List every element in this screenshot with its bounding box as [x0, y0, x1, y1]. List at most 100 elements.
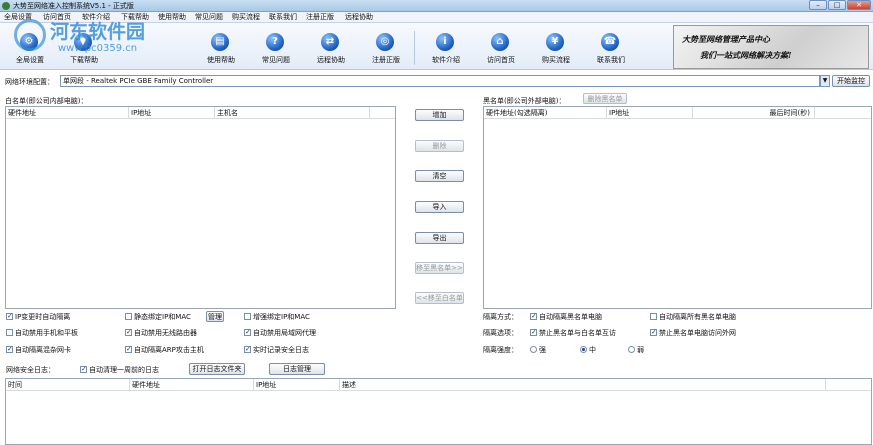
- checkbox-label: 静态绑定IP和MAC: [134, 313, 191, 321]
- checkbox-label: 自动禁用手机和平板: [15, 329, 78, 337]
- column-header[interactable]: 主机名: [215, 107, 370, 119]
- watermark-url: www.pc0359.cn: [58, 43, 138, 54]
- isolate-mixed-nic-checkbox[interactable]: 自动隔离混杂网卡: [6, 345, 71, 355]
- checkbox-label: 实时记录安全日志: [253, 346, 309, 354]
- title-bar: 大势至网络准入控制系统V5.1 - 正式版 – □ ✕: [0, 0, 873, 12]
- checkbox-box[interactable]: [6, 329, 13, 336]
- delete-blacklist-button[interactable]: 删除黑名单: [583, 93, 627, 104]
- toolbar-remote[interactable]: ⇄ 远程协助: [307, 23, 355, 70]
- column-header[interactable]: 时间: [6, 379, 130, 391]
- checkbox-box[interactable]: [244, 313, 251, 320]
- move-to-blacklist-button[interactable]: 移至黑名单>>: [415, 262, 464, 274]
- start-monitor-button[interactable]: 开始监控: [832, 75, 870, 87]
- remote-icon: ⇄: [321, 33, 339, 51]
- isolate-arp-checkbox[interactable]: 自动隔离ARP攻击主机: [125, 345, 204, 355]
- checkbox-box[interactable]: [125, 313, 132, 320]
- checkbox-box[interactable]: [244, 328, 251, 337]
- clear-button[interactable]: 清空: [415, 170, 464, 182]
- radio-label: 强: [539, 346, 546, 354]
- no-external-access-checkbox[interactable]: 禁止黑名单电脑访问外网: [650, 328, 736, 338]
- banner-line-1: 大势至网络管理产品中心: [682, 34, 770, 44]
- checkbox-label: 自动隔离ARP攻击主机: [134, 346, 204, 354]
- no-mutual-access-checkbox[interactable]: 禁止黑名单与白名单互访: [530, 328, 616, 338]
- column-header[interactable]: IP地址: [254, 379, 340, 391]
- column-header[interactable]: 硬件地址: [130, 379, 254, 391]
- column-header[interactable]: 硬件地址(勾选隔离): [484, 107, 607, 119]
- export-button[interactable]: 导出: [415, 232, 464, 244]
- delete-button[interactable]: 删除: [415, 140, 464, 152]
- menu-register[interactable]: 注册正版: [306, 12, 334, 23]
- menu-purchase[interactable]: 购买流程: [232, 12, 260, 23]
- toolbar-label: 常见问题: [262, 56, 290, 64]
- menu-contact[interactable]: 联系我们: [269, 12, 297, 23]
- checkbox-box[interactable]: [125, 345, 132, 354]
- import-button[interactable]: 导入: [415, 201, 464, 213]
- chevron-down-icon[interactable]: ▼: [820, 75, 830, 87]
- checkbox-label: 自动隔离所有黑名单电脑: [659, 313, 736, 321]
- toolbar-register[interactable]: ◎ 注册正版: [362, 23, 410, 70]
- blacklist-table[interactable]: 硬件地址(勾选隔离) IP地址 最后时间(秒): [483, 106, 872, 309]
- toolbar-label: 软件介绍: [432, 56, 460, 64]
- toolbar-purchase[interactable]: ¥ 购买流程: [532, 23, 580, 70]
- auto-clear-log-checkbox[interactable]: 自动清理一周前的日志: [80, 365, 159, 375]
- radio-dot[interactable]: [628, 346, 635, 353]
- phone-icon: ☎: [601, 33, 619, 51]
- toolbar-about[interactable]: i 软件介绍: [422, 23, 470, 70]
- menu-remote[interactable]: 远程协助: [345, 12, 373, 23]
- column-header[interactable]: IP地址: [129, 107, 215, 119]
- toolbar-contact[interactable]: ☎ 联系我们: [587, 23, 635, 70]
- security-log-table[interactable]: 时间 硬件地址 IP地址 描述: [5, 378, 872, 445]
- checkbox-box[interactable]: [6, 345, 13, 354]
- auto-isolate-black-checkbox[interactable]: 自动隔离黑名单电脑: [530, 312, 602, 322]
- strength-strong-radio[interactable]: 强: [530, 346, 546, 355]
- radio-dot[interactable]: [580, 346, 587, 353]
- checkbox-box[interactable]: [650, 313, 657, 320]
- static-bind-checkbox[interactable]: 静态绑定IP和MAC: [125, 313, 191, 322]
- open-log-folder-button[interactable]: 打开日志文件夹: [189, 363, 245, 375]
- column-header[interactable]: 硬件地址: [6, 107, 129, 119]
- column-header[interactable]: 描述: [340, 379, 826, 391]
- isolation-strength-label: 隔离强度：: [483, 346, 518, 354]
- toolbar-label: 联系我们: [597, 56, 625, 64]
- manage-bind-button[interactable]: 管理: [206, 311, 224, 322]
- two-way-bind-checkbox[interactable]: 增强绑定IP和MAC: [244, 313, 310, 322]
- checkbox-box[interactable]: [244, 345, 251, 354]
- strength-medium-radio[interactable]: 中: [580, 346, 596, 355]
- toolbar-separator: [414, 31, 415, 65]
- whitelist-table[interactable]: 硬件地址 IP地址 主机名: [5, 106, 396, 309]
- record-log-checkbox[interactable]: 实时记录安全日志: [244, 345, 309, 355]
- maximize-button[interactable]: □: [828, 0, 846, 10]
- checkbox-label: 自动隔离黑名单电脑: [539, 313, 602, 321]
- ip-change-isolate-checkbox[interactable]: IP变更时自动隔离: [6, 312, 70, 322]
- app-icon: [2, 2, 10, 10]
- move-to-whitelist-button[interactable]: <<移至白名单: [415, 292, 464, 304]
- minimize-button[interactable]: –: [809, 0, 827, 10]
- question-icon: ?: [266, 33, 284, 51]
- add-button[interactable]: 增加: [415, 109, 464, 121]
- close-button[interactable]: ✕: [847, 0, 871, 10]
- checkbox-box[interactable]: [80, 365, 87, 374]
- strength-weak-radio[interactable]: 弱: [628, 346, 644, 355]
- block-router-checkbox[interactable]: 自动禁用无线路由器: [125, 328, 197, 338]
- column-header[interactable]: 最后时间(秒): [693, 107, 815, 119]
- block-proxy-checkbox[interactable]: 自动禁用局域网代理: [244, 328, 316, 338]
- checkbox-box[interactable]: [125, 328, 132, 337]
- checkbox-box[interactable]: [530, 312, 537, 321]
- register-icon: ◎: [376, 33, 394, 51]
- toolbar-faq[interactable]: ? 常见问题: [252, 23, 300, 70]
- checkbox-label: 自动隔离混杂网卡: [15, 346, 71, 354]
- watermark: 河东软件园 www.pc0359.cn: [14, 17, 214, 57]
- checkbox-box[interactable]: [6, 312, 13, 321]
- promo-banner[interactable]: 大势至网络管理产品中心 我们一站式网络解决方案!: [673, 25, 869, 69]
- toolbar-home[interactable]: ⌂ 访问首页: [477, 23, 525, 70]
- auto-isolate-all-checkbox[interactable]: 自动隔离所有黑名单电脑: [650, 313, 736, 322]
- log-manage-button[interactable]: 日志管理: [269, 363, 325, 375]
- checkbox-label: 禁止黑名单电脑访问外网: [659, 329, 736, 337]
- radio-dot[interactable]: [530, 346, 537, 353]
- checkbox-box[interactable]: [650, 328, 657, 337]
- column-header[interactable]: IP地址: [607, 107, 693, 119]
- network-config-row: 网络环境配置： 单网段 - Realtek PCIe GBE Family Co…: [0, 72, 873, 90]
- block-phone-checkbox[interactable]: 自动禁用手机和平板: [6, 329, 78, 338]
- checkbox-box[interactable]: [530, 328, 537, 337]
- network-adapter-select[interactable]: 单网段 - Realtek PCIe GBE Family Controller: [60, 75, 820, 87]
